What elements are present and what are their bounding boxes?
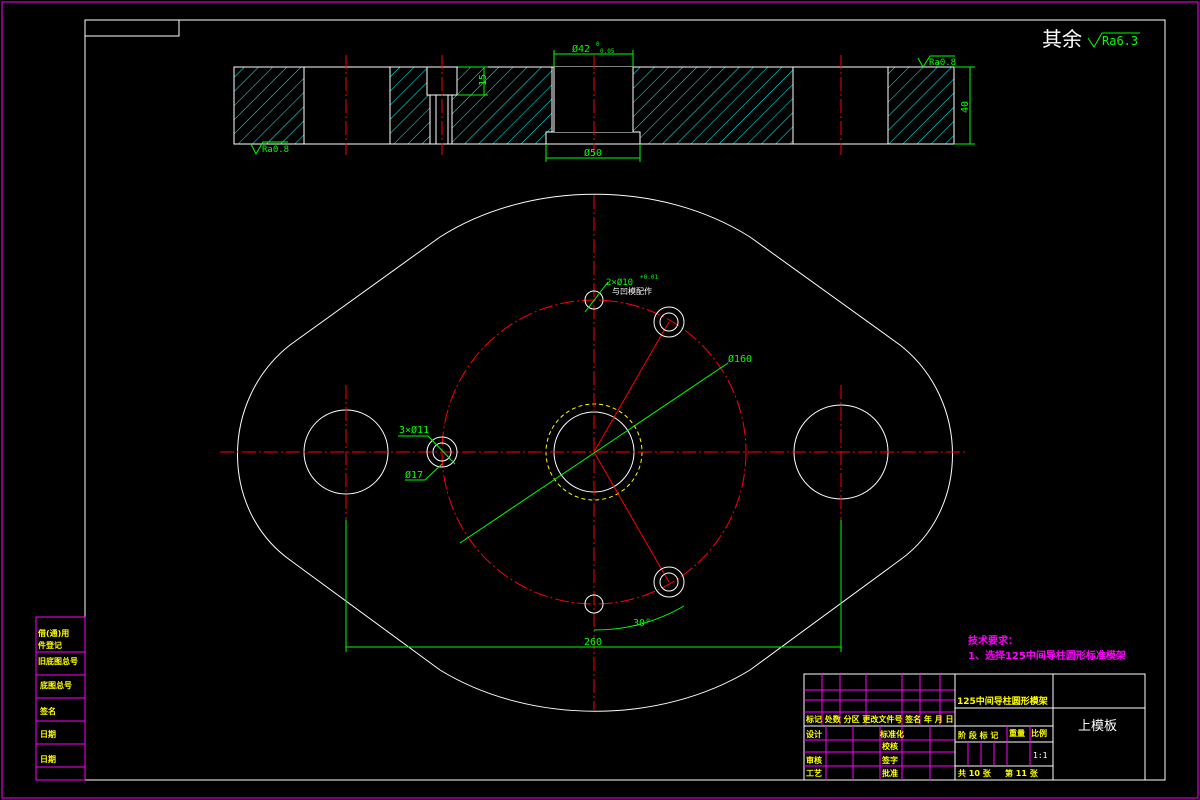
bore-top-dim: Ø42 xyxy=(572,43,590,55)
label-scale: 比例 xyxy=(1031,728,1047,738)
stage-labels: 阶 段 标 记 xyxy=(958,730,998,740)
hatch-mid-right xyxy=(632,66,794,145)
hatch-mid xyxy=(451,66,553,145)
side-row3: 底图总号 xyxy=(39,680,72,690)
side-row1: 借(通)用 xyxy=(37,628,69,638)
bore-step xyxy=(545,131,641,145)
bore-top-tol-lower: 0.05 xyxy=(600,48,615,55)
standard-note: 125中间导柱圆形模架 xyxy=(957,695,1048,707)
angle-dim: 30° xyxy=(633,618,651,629)
sheet-number: 第 11 张 xyxy=(1005,768,1039,778)
roughness-other-prefix: 其余 xyxy=(1042,27,1082,51)
roughness-right: Ra0.8 xyxy=(929,58,956,68)
drawing-sheet: Ø42 0 0.05 15 40 Ø50 Ra0.8 Ra0.8 其余 Ra6.… xyxy=(1,1,1199,799)
tech-title: 技术要求： xyxy=(968,634,1018,647)
side-row6: 日期 xyxy=(40,754,56,764)
side-row4: 签名 xyxy=(39,706,56,716)
label-proofread: 校核 xyxy=(882,741,898,751)
mark-labels: 标记 处数 分区 更改文件号 签名 年 月 日 xyxy=(805,714,954,724)
plan-view: Ø160 260 30° 3×Ø11 Ø17 2×Ø10 +0.01 与凹模配作 xyxy=(220,193,968,712)
label-design: 设计 xyxy=(806,729,822,739)
top-left-label-box xyxy=(84,19,180,37)
pin-hole-note2: 与凹模配作 xyxy=(612,286,652,296)
label-check: 审核 xyxy=(806,755,822,765)
hatch-right xyxy=(887,66,955,145)
tech-item-1: 1、选择125中间导柱圆形标准模架 xyxy=(968,649,1126,662)
counterbore-depth: 15 xyxy=(478,74,489,86)
counterbore-dim: Ø17 xyxy=(405,469,423,481)
pitch-circle-dim: Ø160 xyxy=(728,353,752,365)
label-sign: 签字 xyxy=(881,755,898,765)
bore-top-tol-upper: 0 xyxy=(596,41,600,48)
center-distance-dim: 260 xyxy=(584,637,602,648)
label-process: 工艺 xyxy=(806,768,822,778)
bottom-step-dim: Ø50 xyxy=(584,147,602,159)
roughness-other-value: Ra6.3 xyxy=(1102,34,1138,48)
thickness-dim: 40 xyxy=(960,101,971,113)
screw-holes-dim: 3×Ø11 xyxy=(399,424,429,436)
section-view: Ø42 0 0.05 15 40 Ø50 Ra0.8 Ra0.8 xyxy=(233,41,975,162)
side-row5: 日期 xyxy=(40,729,56,739)
tech-requirements: 技术要求： 1、选择125中间导柱圆形标准模架 xyxy=(968,634,1126,662)
side-row2: 旧底图总号 xyxy=(38,656,78,666)
roughness-other-note: 其余 Ra6.3 xyxy=(1042,27,1140,51)
label-weight: 重量 xyxy=(1009,728,1025,738)
roughness-left: Ra0.8 xyxy=(262,145,289,155)
sheets-total: 共 10 张 xyxy=(958,768,992,778)
label-standardize: 标准化 xyxy=(879,729,904,739)
side-row1b: 件登记 xyxy=(38,640,62,650)
pin-hole-tol: +0.01 xyxy=(640,274,658,281)
label-approve: 批准 xyxy=(882,768,898,778)
part-name: 上模板 xyxy=(1078,719,1117,734)
hatch-mid-left xyxy=(389,66,431,145)
scale-value: 1:1 xyxy=(1033,751,1048,760)
hatch-left xyxy=(233,66,305,145)
